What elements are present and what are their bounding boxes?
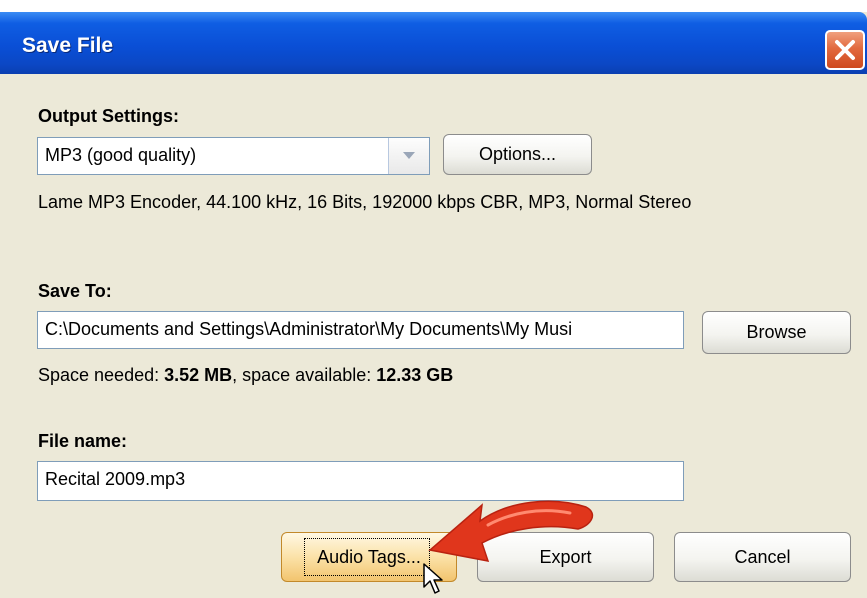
encoder-info-text: Lame MP3 Encoder, 44.100 kHz, 16 Bits, 1… [38, 192, 692, 212]
close-button[interactable] [825, 30, 865, 70]
space-available-value: 12.33 GB [376, 365, 454, 385]
file-name-value: Recital 2009.mp3 [45, 469, 186, 489]
options-button[interactable]: Options... [443, 134, 592, 175]
browse-button[interactable]: Browse [702, 311, 851, 354]
space-needed-label: Space needed: [38, 365, 165, 385]
save-path-value: C:\Documents and Settings\Administrator\… [45, 319, 573, 339]
save-path-input[interactable]: C:\Documents and Settings\Administrator\… [37, 311, 684, 349]
focus-rectangle [304, 538, 430, 576]
mouse-pointer-icon [423, 563, 443, 594]
file-name-label: File name: [38, 431, 128, 451]
space-info: Space needed: 3.52 MB, space available: … [38, 365, 453, 386]
red-arrow-annotation [428, 500, 594, 562]
save-to-label: Save To: [38, 281, 112, 301]
output-settings-label: Output Settings: [38, 106, 179, 126]
title-bar[interactable]: Save File [0, 12, 867, 74]
format-dropdown-button[interactable] [388, 138, 429, 174]
space-available-label: , space available: [232, 365, 377, 385]
chevron-down-icon [403, 152, 415, 159]
window-title: Save File [22, 34, 114, 57]
cancel-button[interactable]: Cancel [674, 532, 851, 582]
close-icon [835, 40, 855, 60]
space-needed-value: 3.52 MB [164, 365, 233, 385]
output-format-value: MP3 (good quality) [45, 145, 197, 165]
output-format-select[interactable]: MP3 (good quality) [37, 137, 430, 175]
